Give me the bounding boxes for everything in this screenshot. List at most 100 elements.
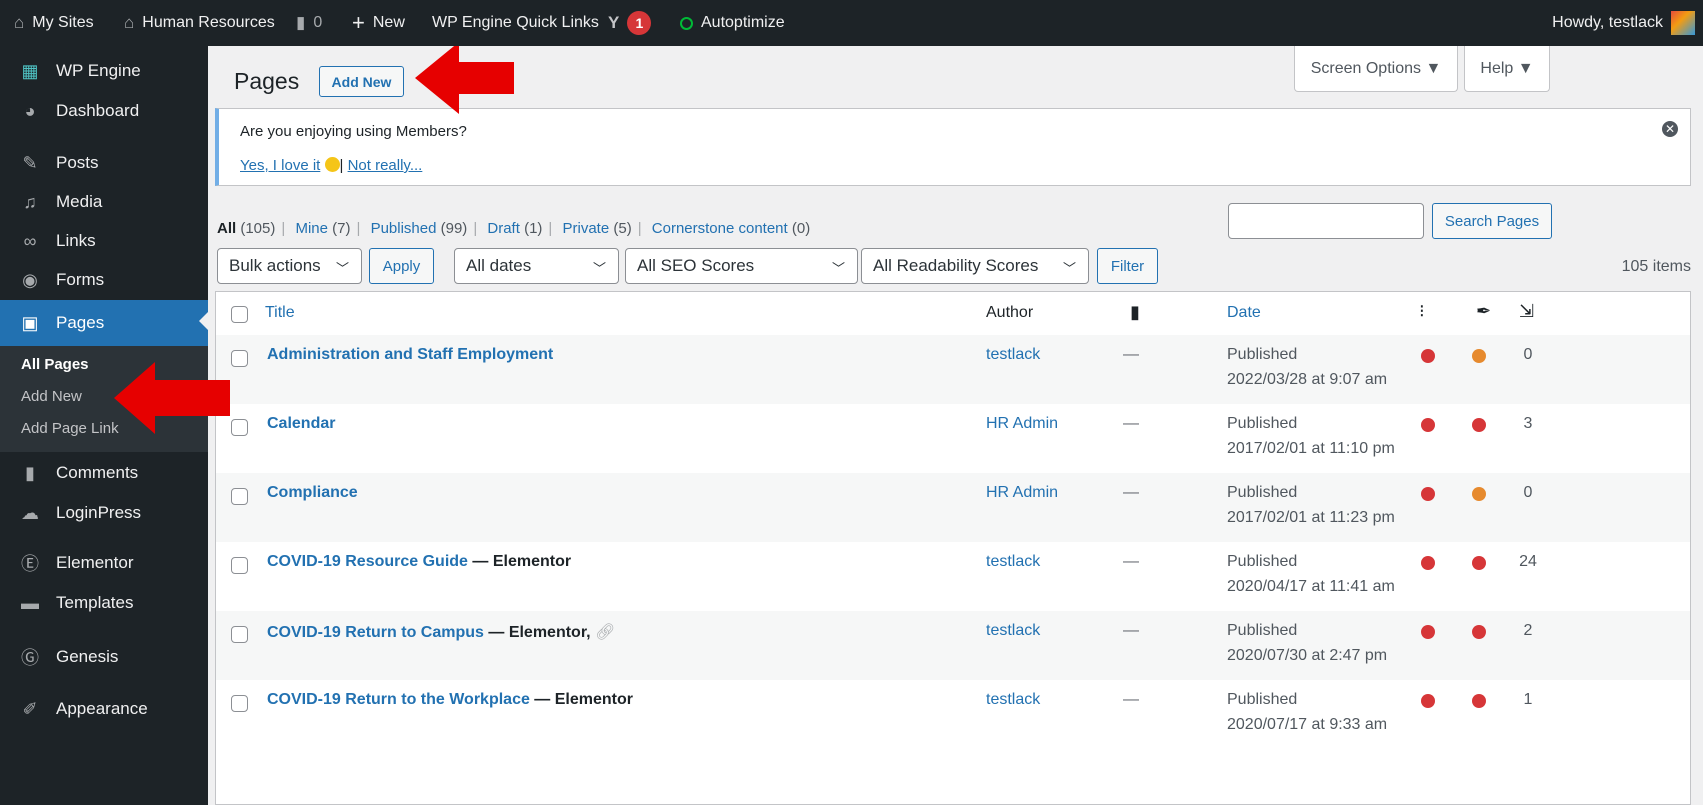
search-pages-button[interactable]: Search Pages — [1432, 203, 1552, 239]
comment-count: — — [1123, 691, 1139, 708]
view-private[interactable]: Private (5) — [563, 220, 632, 237]
seo-scores-select[interactable]: All SEO Scores ﹀ — [625, 248, 858, 284]
view-draft[interactable]: Draft (1) — [487, 220, 542, 237]
my-sites-menu[interactable]: ⌂ My Sites — [14, 0, 94, 46]
site-name-menu[interactable]: ⌂ Human Resources — [124, 0, 275, 46]
media-icon: ♫ — [23, 191, 37, 212]
post-status: Published — [1227, 484, 1298, 501]
title-cell: COVID-19 Return to Campus — Elementor, 🔗… — [267, 622, 615, 642]
readability-scores-select[interactable]: All Readability Scores ﹀ — [861, 248, 1089, 284]
sidebar-item-appearance[interactable]: ✐ Appearance — [0, 689, 208, 729]
forms-icon: ◉ — [22, 269, 38, 290]
select-all-checkbox[interactable] — [231, 306, 248, 323]
seo-score-dot — [1421, 487, 1435, 501]
dismiss-icon[interactable]: ✕ — [1662, 121, 1678, 137]
sidebar-item-forms[interactable]: ◉ Forms — [0, 260, 208, 300]
submenu-add-page-link[interactable]: Add Page Link — [21, 420, 119, 437]
yoast-icon: Y — [608, 13, 620, 32]
view-published[interactable]: Published (99) — [371, 220, 468, 237]
plus-icon: + — [352, 10, 365, 35]
author-link[interactable]: HR Admin — [986, 415, 1058, 433]
post-date: 2017/02/01 at 11:23 pm — [1227, 509, 1395, 526]
notice-no-link[interactable]: Not really... — [348, 157, 423, 174]
new-content-menu[interactable]: + New — [352, 0, 405, 46]
sidebar-item-wp-engine[interactable]: ▦ WP Engine — [0, 51, 208, 91]
sidebar-item-label: Dashboard — [56, 101, 140, 120]
help-button[interactable]: Help ▼ — [1464, 46, 1550, 92]
view-cornerstone[interactable]: Cornerstone content (0) — [652, 220, 810, 237]
sidebar-item-dashboard[interactable]: ◕ Dashboard — [0, 91, 208, 131]
author-link[interactable]: testlack — [986, 691, 1040, 709]
table-row: Compliance HR Admin — Published 2017/02/01 a… — [216, 473, 1690, 542]
sidebar-item-links[interactable]: ∞ Links — [0, 221, 208, 261]
readability-score-dot — [1472, 349, 1486, 363]
date-column-header[interactable]: Date — [1227, 304, 1261, 322]
table-row: COVID-19 Resource Guide — Elementor testl… — [216, 542, 1690, 611]
view-mine[interactable]: Mine (7) — [295, 220, 350, 237]
sidebar-item-label: Elementor — [56, 553, 134, 572]
author-link[interactable]: testlack — [986, 346, 1040, 364]
comment-count: — — [1123, 553, 1139, 570]
internal-links-column-icon[interactable]: ⇲ — [1519, 301, 1534, 322]
account-menu[interactable]: Howdy, testlack — [1552, 0, 1695, 46]
bulk-actions-select[interactable]: Bulk actions ﹀ — [217, 248, 362, 284]
sidebar-item-label: Posts — [56, 153, 99, 172]
page-title-link[interactable]: Calendar — [267, 415, 335, 432]
comment-count: — — [1123, 415, 1139, 432]
apply-button[interactable]: Apply — [369, 248, 434, 284]
post-status: Published — [1227, 553, 1298, 570]
post-date: 2022/03/28 at 9:07 am — [1227, 371, 1388, 388]
page-title-link[interactable]: COVID-19 Return to Campus — [267, 624, 484, 641]
author-link[interactable]: HR Admin — [986, 484, 1058, 502]
row-checkbox[interactable] — [231, 557, 248, 574]
row-checkbox[interactable] — [231, 626, 248, 643]
sidebar-item-elementor[interactable]: Ⓔ Elementor — [0, 543, 208, 583]
my-sites-icon: ⌂ — [14, 13, 25, 32]
table-row: COVID-19 Return to the Workplace — Eleme… — [216, 680, 1690, 749]
screen-options-button[interactable]: Screen Options ▼ — [1294, 46, 1458, 92]
seo-score-column-icon[interactable]: ⁝ — [1419, 301, 1425, 322]
autoptimize-label: Autoptimize — [701, 14, 785, 31]
sidebar-item-label: Templates — [56, 593, 134, 612]
page-title-link[interactable]: COVID-19 Resource Guide — [267, 553, 468, 570]
search-input[interactable] — [1228, 203, 1424, 239]
sidebar-item-posts[interactable]: ✎ Posts — [0, 143, 208, 183]
title-column-header[interactable]: Title — [265, 304, 295, 322]
page-title-link[interactable]: COVID-19 Return to the Workplace — [267, 691, 530, 708]
autoptimize-menu[interactable]: Autoptimize — [680, 0, 785, 46]
sidebar-item-templates[interactable]: ▬ Templates — [0, 583, 208, 623]
sidebar-item-comments[interactable]: ▮ Comments — [0, 453, 208, 493]
row-checkbox[interactable] — [231, 488, 248, 505]
page-title-link[interactable]: Administration and Staff Employment — [267, 346, 553, 363]
internal-links-count: 2 — [1523, 622, 1533, 639]
comments-column-icon[interactable]: ▮ — [1130, 302, 1140, 323]
admin-bar: ⌂ My Sites ⌂ Human Resources ▮ 0 + New W… — [0, 0, 1703, 46]
notice-yes-link[interactable]: Yes, I love it — [240, 157, 320, 174]
comment-icon: ▮ — [25, 462, 35, 483]
readability-column-icon[interactable]: ✒ — [1476, 301, 1491, 322]
add-new-button[interactable]: Add New — [319, 66, 404, 97]
filter-button[interactable]: Filter — [1097, 248, 1158, 284]
page-title-link[interactable]: Compliance — [267, 484, 358, 501]
sidebar-item-label: Genesis — [56, 647, 119, 666]
post-date: 2020/07/30 at 2:47 pm — [1227, 647, 1388, 664]
sidebar-item-genesis[interactable]: Ⓖ Genesis — [0, 637, 208, 677]
seo-score-dot — [1421, 556, 1435, 570]
sidebar-item-pages[interactable]: ▣ Pages — [0, 300, 208, 346]
quick-links-menu[interactable]: WP Engine Quick Links — [432, 0, 599, 46]
view-all[interactable]: All (105) — [217, 220, 275, 237]
author-link[interactable]: testlack — [986, 553, 1040, 571]
author-link[interactable]: testlack — [986, 622, 1040, 640]
sidebar-item-media[interactable]: ♫ Media — [0, 182, 208, 222]
post-status: Published — [1227, 346, 1298, 363]
submenu-all-pages[interactable]: All Pages — [21, 356, 89, 373]
title-cell: COVID-19 Resource Guide — Elementor — [267, 553, 571, 571]
dates-select[interactable]: All dates ﹀ — [454, 248, 619, 284]
comments-menu[interactable]: ▮ 0 — [296, 0, 322, 46]
bulk-actions-value: Bulk actions — [229, 256, 321, 275]
sidebar-item-loginpress[interactable]: ☁ LoginPress — [0, 493, 208, 533]
yoast-menu[interactable]: Y 1 — [608, 0, 652, 46]
row-checkbox[interactable] — [231, 695, 248, 712]
internal-links-count: 0 — [1523, 484, 1533, 501]
submenu-add-new[interactable]: Add New — [21, 388, 82, 405]
